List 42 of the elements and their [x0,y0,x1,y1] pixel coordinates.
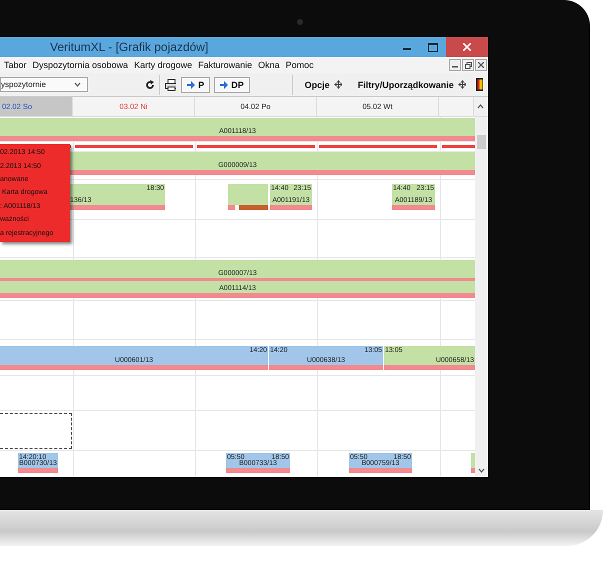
exit-door-icon[interactable] [476,78,483,91]
scroll-up-icon[interactable] [474,97,487,116]
maximize-icon [428,42,438,52]
scrollbar[interactable] [475,117,488,477]
camera-icon [297,19,303,25]
arrow-right-icon [220,80,228,88]
status-strip [18,468,58,473]
menu-item[interactable]: Dyspozytornia osobowa [32,60,128,70]
restore-icon [464,62,472,68]
status-strip [349,468,412,473]
options-menu[interactable]: Opcje [304,80,330,90]
printer-icon[interactable] [164,78,176,90]
scroll-down-icon[interactable] [478,468,485,473]
status-strip [471,468,475,473]
warning-strip [239,205,268,210]
view-dropdown[interactable]: yspozytornie [0,77,88,92]
toolbar-button[interactable]: P [181,76,210,92]
close-button[interactable] [446,37,488,57]
menu-item[interactable]: Tabor [4,60,27,70]
arrow-right-icon [187,80,196,88]
scrollbar-thumb[interactable] [477,135,486,149]
restore-button[interactable] [462,59,474,71]
menu-item[interactable]: Karty drogowe [134,60,192,70]
menu-item[interactable]: Fakturowanie [198,60,252,70]
menu-item[interactable]: Pomoc [286,60,314,70]
menu-item[interactable]: Okna [258,60,280,70]
close-icon [463,43,471,51]
close-button[interactable] [475,59,487,71]
chevron-down-icon [74,82,81,87]
refresh-icon[interactable] [144,80,154,90]
move-icon [458,80,466,89]
filters-menu[interactable]: Filtry/Uporządkowanie [358,80,454,90]
status-strip [392,205,435,210]
move-icon [334,80,342,89]
window-title: VeritumXL - [Grafik pojazdów] [50,40,210,54]
close-icon [478,62,484,68]
toolbar-button[interactable]: DP [214,76,250,92]
status-strip [226,468,290,473]
minimize-button[interactable] [449,59,461,71]
dropdown-value: yspozytornie [1,80,46,89]
status-strip [270,205,312,210]
selection-box [0,413,72,449]
